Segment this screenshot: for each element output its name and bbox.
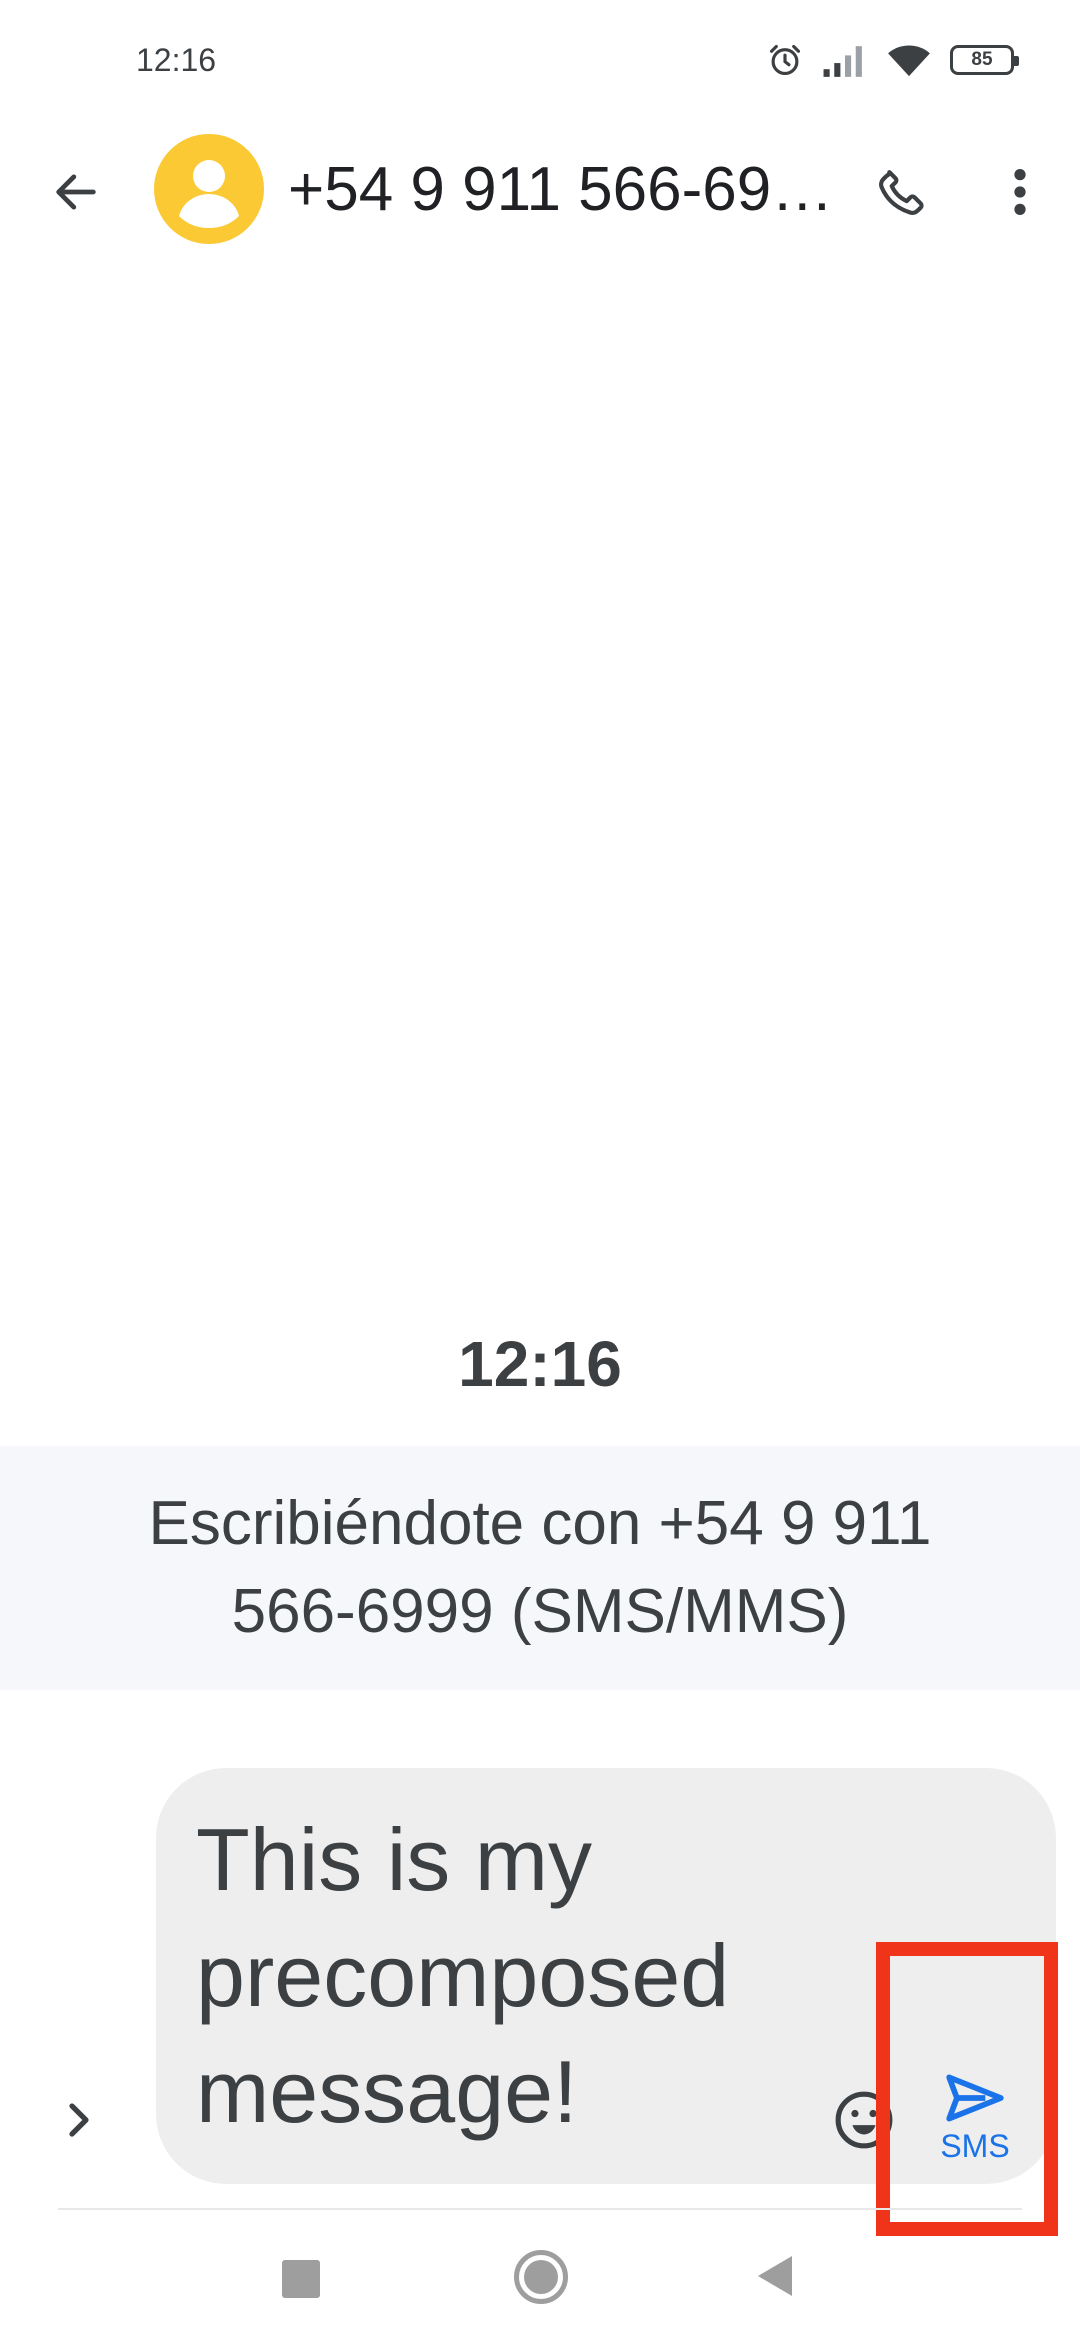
system-back-button[interactable] <box>758 2256 792 2296</box>
chevron-right-icon <box>69 2103 89 2137</box>
battery-level: 85 <box>971 49 993 70</box>
phone-icon <box>879 170 924 215</box>
sim-info-banner: Escribiéndote con +54 9 911 566-6999 (SM… <box>0 1446 1080 1690</box>
status-time: 12:16 <box>136 42 217 78</box>
signal-icon <box>822 41 868 79</box>
recents-button[interactable] <box>282 2260 320 2298</box>
alarm-icon <box>766 41 804 79</box>
message-timestamp: 12:16 <box>458 1328 622 1400</box>
more-options-button[interactable] <box>984 156 1056 228</box>
status-icons: 85 <box>766 36 1019 84</box>
send-label: SMS <box>940 2128 1010 2164</box>
emoji-button[interactable] <box>826 2082 902 2158</box>
more-vert-icon <box>1014 169 1026 215</box>
person-icon <box>179 160 239 228</box>
contact-avatar[interactable] <box>154 134 264 244</box>
back-button[interactable] <box>40 156 112 228</box>
messages-screen: 12:16 85 +54 9 911 566-69… 12:16 Escribi… <box>0 0 1080 2340</box>
battery-icon: 85 <box>950 45 1019 75</box>
back-arrow-icon <box>56 174 96 210</box>
status-bar: 12:16 85 <box>0 0 1080 120</box>
home-button[interactable] <box>514 2250 568 2304</box>
send-icon <box>946 2074 1004 2122</box>
home-icon <box>524 2260 558 2294</box>
wifi-icon <box>886 41 932 79</box>
conversation-area: 12:16 Escribiéndote con +54 9 911 566-69… <box>0 256 1080 1766</box>
app-bar: +54 9 911 566-69… <box>0 120 1080 256</box>
sim-info-text: Escribiéndote con +54 9 911 566-6999 (SM… <box>148 1489 932 1646</box>
call-button[interactable] <box>866 156 938 228</box>
contact-name[interactable]: +54 9 911 566-69… <box>288 150 848 230</box>
divider <box>58 2208 1022 2210</box>
expand-attachments-button[interactable] <box>44 2084 116 2156</box>
emoji-icon <box>835 2091 893 2149</box>
navigation-bar <box>0 2220 1080 2340</box>
message-text[interactable]: This is my precomposed message! <box>196 1802 816 2150</box>
send-sms-button[interactable]: SMS <box>910 2072 1040 2182</box>
